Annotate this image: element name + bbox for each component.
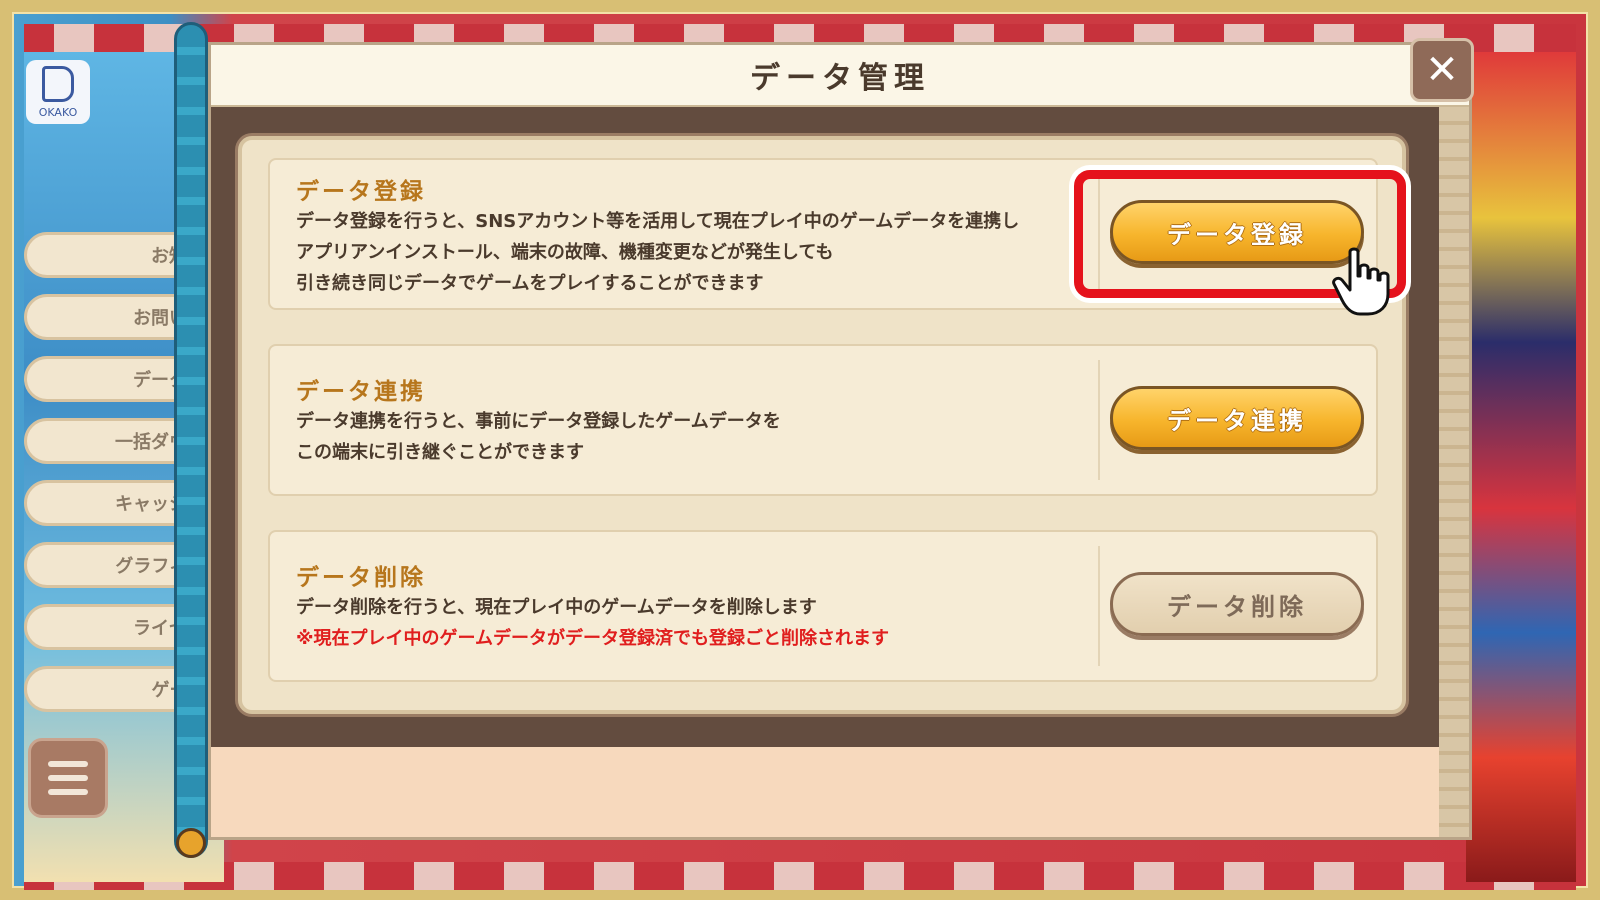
- section-divider: [1098, 546, 1100, 666]
- hamburger-menu-button[interactable]: [28, 738, 108, 818]
- description-line: データ削除を行うと、現在プレイ中のゲームデータを削除します: [296, 597, 817, 618]
- dialog-header: データ管理: [211, 45, 1469, 107]
- scroll-rod-cap: [176, 828, 206, 858]
- description-line: データ連携を行うと、事前にデータ登録したゲームデータを: [296, 411, 781, 432]
- dialog-footer: [211, 747, 1439, 837]
- description-line: アプリアンインストール、端末の故障、機種変更などが発生しても: [296, 242, 834, 263]
- close-icon: ✕: [1425, 47, 1459, 93]
- section-description: データ削除を行うと、現在プレイ中のゲームデータを削除します ※現在プレイ中のゲー…: [296, 592, 889, 654]
- logo-mark-icon: [42, 65, 74, 102]
- section-title: データ削除: [296, 565, 426, 591]
- section-description: データ登録を行うと、SNSアカウント等を活用して現在プレイ中のゲームデータを連携…: [296, 206, 1019, 299]
- dialog-right-edge: [1439, 107, 1469, 837]
- section-divider: [1098, 360, 1100, 480]
- section-title: データ登録: [296, 179, 426, 205]
- description-line: データ登録を行うと、SNSアカウント等を活用して現在プレイ中のゲームデータを連携…: [296, 211, 1020, 232]
- pointer-hand-icon: [1332, 247, 1390, 316]
- scroll-rod-decoration: [174, 22, 208, 858]
- background-right-artwork: [1466, 52, 1576, 882]
- app-logo: OKAKO: [26, 60, 90, 124]
- data-link-button[interactable]: データ連携: [1110, 386, 1364, 450]
- description-line: この端末に引き継ぐことができます: [296, 442, 584, 463]
- warning-text: ※現在プレイ中のゲームデータがデータ登録済でも登録ごと削除されます: [296, 628, 889, 649]
- logo-text: OKAKO: [38, 105, 78, 119]
- data-delete-button[interactable]: データ削除: [1110, 572, 1364, 636]
- hamburger-menu-icon: [48, 757, 88, 799]
- button-label: データ連携: [1167, 406, 1307, 435]
- description-line: 引き続き同じデータでゲームをプレイすることができます: [296, 273, 764, 294]
- button-label: データ削除: [1167, 592, 1307, 621]
- background-bottom-strip: [24, 862, 1576, 890]
- dialog-title: データ管理: [750, 61, 930, 96]
- section-title: データ連携: [296, 379, 426, 405]
- section-description: データ連携を行うと、事前にデータ登録したゲームデータを この端末に引き継ぐことが…: [296, 406, 781, 468]
- close-button[interactable]: ✕: [1410, 38, 1474, 102]
